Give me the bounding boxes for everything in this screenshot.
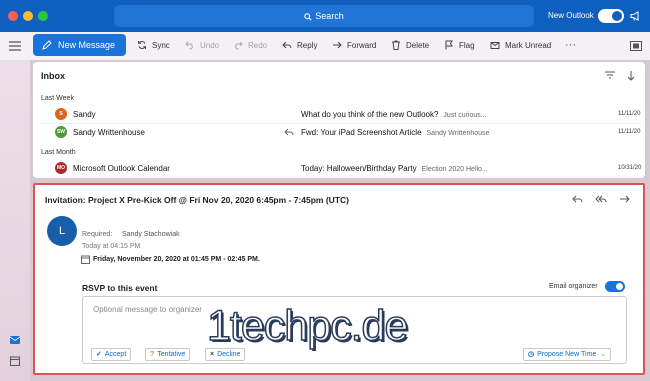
forwarded-icon (284, 128, 294, 136)
tentative-button[interactable]: ? Tentative (145, 348, 191, 361)
message-date: 11/11/20 (618, 129, 641, 135)
propose-new-time-button[interactable]: ◷ Propose New Time ⌄ (523, 348, 612, 361)
undo-button[interactable]: Undo (185, 32, 219, 60)
email-organizer-toggle[interactable] (605, 281, 625, 292)
invitation-title: Invitation: Project X Pre-Kick Off @ Fri… (45, 195, 349, 205)
message-preview: Election 2020 Hello... (421, 166, 488, 173)
flag-button[interactable]: Flag (444, 32, 475, 60)
check-icon: ✓ (96, 351, 102, 358)
message-row[interactable]: SW Sandy Writtenhouse Fwd: Your iPad Scr… (33, 124, 645, 141)
flag-label: Flag (459, 41, 475, 50)
reading-pane-icon[interactable] (630, 41, 642, 51)
trash-icon (392, 40, 400, 50)
hamburger-icon[interactable] (9, 41, 21, 51)
avatar: SW (55, 126, 67, 138)
sent-time: Today at 04:15 PM (82, 243, 141, 250)
message-sender: Microsoft Outlook Calendar (73, 164, 170, 173)
search-label: Search (315, 11, 344, 21)
mark-unread-button[interactable]: Mark Unread (490, 32, 551, 60)
sync-button[interactable]: Sync (137, 32, 170, 60)
email-organizer-label: Email organizer (549, 283, 598, 290)
new-message-label: New Message (58, 40, 116, 50)
compose-icon (42, 40, 52, 50)
sender-avatar: L (47, 216, 77, 246)
message-subject: What do you think of the new Outlook? Jus… (301, 106, 487, 124)
message-placeholder: Optional message to organizer (93, 305, 202, 314)
message-preview: Just curious... (443, 112, 487, 119)
sort-icon[interactable] (627, 71, 635, 81)
message-date: 10/31/20 (618, 165, 642, 171)
group-header: Last Week (41, 95, 74, 102)
forward-icon (333, 41, 342, 49)
reply-all-icon[interactable] (595, 195, 607, 204)
message-row[interactable]: S Sandy What do you think of the new Out… (33, 106, 645, 123)
more-options-button[interactable]: ··· (565, 32, 576, 58)
toolbar: New Message Sync Undo Redo Reply Forward… (0, 32, 650, 60)
forward-button[interactable]: Forward (332, 32, 376, 60)
message-date: 11/11/20 (618, 111, 641, 117)
sync-label: Sync (152, 41, 170, 50)
mark-unread-label: Mark Unread (505, 41, 552, 50)
redo-label: Redo (248, 41, 268, 50)
message-list: Inbox Last Week S Sandy What do you thin… (33, 62, 645, 178)
message-sender: Sandy (73, 110, 96, 119)
forward-label: Forward (347, 41, 377, 50)
forward-icon[interactable] (619, 195, 630, 204)
accept-label: Accept (104, 351, 127, 358)
reply-button[interactable]: Reply (282, 32, 317, 60)
envelope-icon (490, 42, 500, 49)
message-row[interactable]: MO Microsoft Outlook Calendar Today: Hal… (33, 160, 645, 177)
delete-label: Delete (406, 41, 430, 50)
redo-button[interactable]: Redo (233, 32, 267, 60)
propose-new-time-label: Propose New Time (537, 351, 597, 358)
minimize-window-button[interactable] (23, 11, 33, 21)
flag-icon (445, 40, 453, 50)
message-subject: Fwd: Your iPad Screenshot Article Sandy W… (301, 124, 489, 142)
redo-icon (235, 41, 243, 50)
filter-icon[interactable] (605, 71, 615, 79)
watermark: 1techpc.de (206, 301, 447, 372)
chevron-down-icon: ⌄ (600, 351, 607, 358)
mail-icon[interactable] (10, 336, 20, 345)
avatar: S (55, 108, 67, 120)
close-window-button[interactable] (8, 11, 18, 21)
reply-icon (282, 41, 292, 49)
new-outlook-toggle[interactable] (598, 9, 624, 23)
accept-button[interactable]: ✓ Accept (91, 348, 132, 361)
subject-text: What do you think of the new Outlook? (301, 110, 439, 119)
undo-icon (185, 41, 193, 50)
search-bar[interactable]: Search (114, 5, 534, 27)
delete-button[interactable]: Delete (391, 32, 429, 60)
undo-label: Undo (200, 41, 220, 50)
calendar-icon[interactable] (10, 356, 20, 366)
calendar-icon (81, 255, 90, 264)
megaphone-icon[interactable] (630, 10, 642, 22)
new-message-button[interactable]: New Message (33, 34, 126, 56)
reply-label: Reply (297, 41, 318, 50)
tentative-label: Tentative (157, 351, 186, 358)
required-label: Required: (82, 231, 113, 238)
reply-icon[interactable] (572, 195, 583, 204)
clock-icon: ◷ (528, 351, 535, 358)
message-sender: Sandy Writtenhouse (73, 128, 145, 137)
group-header: Last Month (41, 149, 76, 156)
event-datetime: Friday, November 20, 2020 at 01:45 PM - … (93, 256, 260, 263)
subject-text: Fwd: Your iPad Screenshot Article (301, 128, 422, 137)
rsvp-label: RSVP to this event (82, 283, 158, 293)
title-bar: Search New Outlook (0, 0, 650, 32)
message-preview: Sandy Writtenhouse (426, 130, 490, 137)
left-rail (0, 60, 30, 381)
question-icon: ? (150, 351, 155, 358)
avatar: MO (55, 162, 67, 174)
watermark-text: 1techpc.de (206, 301, 409, 351)
search-icon (304, 13, 312, 21)
subject-text: Today: Halloween/Birthday Party (301, 164, 417, 173)
required-attendee: Sandy Stachowiak (122, 231, 180, 238)
folder-title: Inbox (41, 71, 65, 81)
zoom-window-button[interactable] (38, 11, 48, 21)
message-subject: Today: Halloween/Birthday Party Election … (301, 160, 488, 178)
sync-icon (138, 41, 146, 49)
new-outlook-label: New Outlook (548, 11, 594, 20)
